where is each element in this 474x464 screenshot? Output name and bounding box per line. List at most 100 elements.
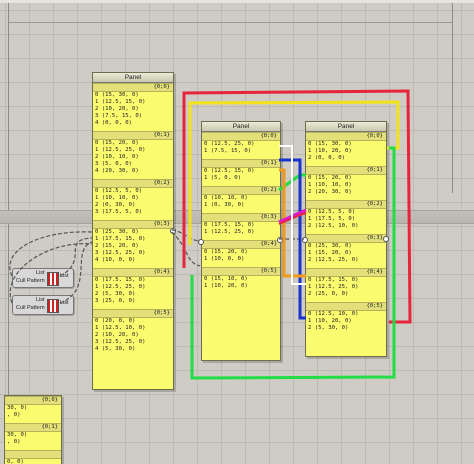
panel-item: 2 (5, 30, 0) [308,325,349,331]
panel-item: 2 (12.5, 10, 0) [308,223,359,229]
branch-path-header: {0;0} [202,132,280,141]
panel-item: 1 (12.5, 25, 0) [204,229,255,235]
panel-item: 2 (15, 20, 0) [95,243,139,249]
panel-item: 30, 0) [7,405,28,411]
branch-path-header: {0;0} [306,132,386,141]
branch-path-header: {0;4} [306,268,386,277]
panel-item: 1 (12.5, 25, 0) [308,284,359,290]
panel-item: 1 (12.5, 25, 0) [95,147,146,153]
canvas-top-edge [0,0,474,3]
branch-path-header: {0;4} [93,268,173,277]
panel-item: 2 (25, 0, 0) [308,291,349,297]
panel-item: 0 (12.5, 5, 0) [308,209,356,215]
panel-item: 0 (15, 10, 0) [204,276,248,282]
panel-item: 3 (12.5, 25, 0) [95,250,146,256]
panel-output-port[interactable] [277,237,283,243]
panel-item: 1 (10, 20, 0) [308,318,352,324]
panel-output-port[interactable] [383,236,389,242]
panel-item: 4 (0, 0, 0) [95,120,133,126]
panel-component-a[interactable]: Panel {0;0} 0 (15, 30, 0) 1 (12.5, 15, 0) 2… [92,72,174,390]
panel-item: 1 (10, 10, 0) [95,195,139,201]
panel-item: 0 (25, 30, 0) [308,243,352,249]
panel-input-port[interactable] [198,239,204,245]
input-cull-pattern-label[interactable]: Cull Pattern [16,278,45,284]
panel-item: 0 (10, 10, 0) [204,195,248,201]
branch-path-header: {0;1} [202,159,280,168]
panel-item: 2 (20, 30, 0) [308,189,352,195]
panel-item: 3 (5, 0, 0) [95,161,133,167]
panel-item: 0 (15, 20, 0) [308,175,352,181]
panel-item: 2 (10, 10, 0) [95,154,139,160]
panel-item: 1 (15, 20, 0) [308,250,352,256]
panel-item: 3 (7.5, 15, 0) [95,113,143,119]
panel-item: 2 (5, 30, 0) [95,291,136,297]
panel-item: 0 (15, 20, 0) [95,140,139,146]
panel-item: 1 (17.5, 15, 0) [95,236,146,242]
branch-path-header: {0;1} [5,423,61,432]
panel-item: 1 (7.5, 15, 0) [204,148,252,154]
panel-item: 1 (12.5, 15, 0) [95,99,146,105]
cull-pattern-component[interactable]: List Cull Pattern List [12,295,74,315]
output-list-label[interactable]: List [60,273,69,279]
panel-item: 2 (10, 20, 0) [95,106,139,112]
canvas-divider [8,3,9,403]
panel-item: 1 (12.5, 10, 0) [95,325,146,331]
panel-title: Panel [306,122,386,132]
output-list-label[interactable]: List [60,300,69,306]
cull-pattern-component[interactable]: List Cull Pattern List [12,268,74,288]
panel-item: 4 (5, 30, 0) [95,346,136,352]
branch-path-header: {0;0} [5,396,61,405]
panel-item: 0 (17.5, 15, 0) [95,277,146,283]
panel-item: 1 (10, 0, 0) [204,256,245,262]
green-annotation-stroke [278,173,306,192]
panel-item: 1 (5, 0, 0) [204,175,242,181]
data-wire [171,231,201,267]
branch-path-header: {0;1} [93,131,173,140]
panel-item: 2 (0, 30, 0) [95,202,136,208]
input-list-label[interactable]: List [36,297,45,303]
panel-title: Panel [93,73,173,83]
panel-component-b[interactable]: Panel {0;0} 0 (12.5, 25, 0) 1 (7.5, 15, 0)… [201,121,281,361]
panel-item: 1 (17.5, 5, 0) [308,216,356,222]
branch-path-header: {0;5} [306,302,386,311]
panel-item: 0 (17.5, 15, 0) [204,222,255,228]
panel-item: 1 (10, 20, 0) [308,148,352,154]
panel-item: 1 (0, 30, 0) [204,202,245,208]
panel-item: 0 (12.5, 5, 0) [95,188,143,194]
grasshopper-canvas[interactable]: Panel {0;0} 0 (15, 30, 0) 1 (12.5, 15, 0) 2… [0,0,474,464]
panel-item: 0 (20, 0, 0) [95,318,136,324]
panel-item: 4 (20, 30, 0) [95,168,139,174]
panel-item: 2 (0, 0, 0) [308,155,346,161]
branch-path-header: {0;0} [93,83,173,92]
branch-path-header [5,450,61,459]
branch-path-header: {0;2} [93,179,173,188]
panel-component-partial[interactable]: {0;0} 30, 0), 0) {0;1} 30, 0), 0) 0, 0) [4,395,62,464]
input-list-label[interactable]: List [36,270,45,276]
input-cull-pattern-label[interactable]: Cull Pattern [16,305,45,311]
panel-item: 3 (12.5, 25, 0) [95,339,146,345]
branch-path-header: {0;5} [93,309,173,318]
panel-item: 0 (25, 30, 0) [95,229,139,235]
cull-pattern-icon [47,299,59,313]
panel-item: 0 (12.5, 15, 0) [204,168,255,174]
panel-output-port[interactable] [170,228,176,234]
branch-path-header: {0;3} [202,213,280,222]
branch-path-header: {0;2} [306,200,386,209]
branch-path-header: {0;4} [202,240,280,249]
panel-item: 0 (15, 30, 0) [95,92,139,98]
panel-item: 1 (12.5, 25, 0) [95,284,146,290]
panel-item: 0 (12.5, 10, 0) [308,311,359,317]
canvas-divider [452,3,453,193]
branch-path-header: {0;3} [93,220,173,229]
panel-item: 3 (25, 0, 0) [95,298,136,304]
panel-item: 0 (15, 20, 0) [204,249,248,255]
panel-component-c[interactable]: Panel {0;0} 0 (15, 30, 0) 1 (10, 20, 0) 2 (… [305,121,387,357]
panel-item: , 0) [7,412,21,418]
panel-input-port[interactable] [302,237,308,243]
branch-path-header: {0;3} [306,234,386,243]
panel-item: 0, 0) [7,459,24,464]
branch-path-header: {0;2} [202,186,280,195]
panel-item: 2 (12.5, 25, 0) [308,257,359,263]
data-wire [171,229,201,242]
panel-title: Panel [202,122,280,132]
